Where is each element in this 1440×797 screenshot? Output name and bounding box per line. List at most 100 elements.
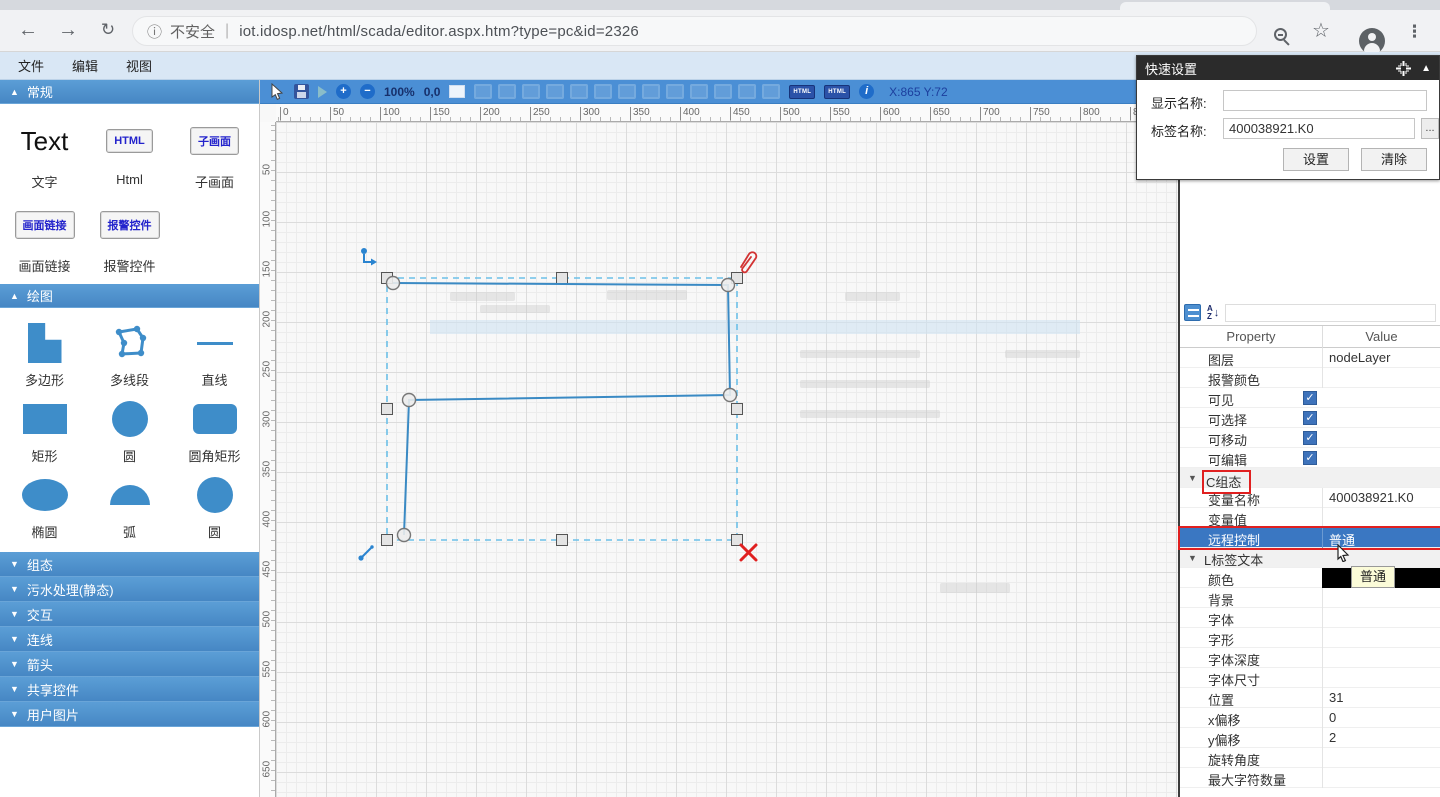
- checkbox-checked-icon[interactable]: ✓: [1303, 431, 1317, 445]
- dock-icon[interactable]: [1396, 61, 1411, 76]
- property-value[interactable]: [1322, 628, 1440, 648]
- property-row[interactable]: ▼L标签文本: [1180, 548, 1440, 568]
- sidebar-section-header-1[interactable]: ▼污水处理(静态): [0, 577, 259, 602]
- checkbox-checked-icon[interactable]: ✓: [1303, 411, 1317, 425]
- page-info-icon[interactable]: ⓘ: [147, 21, 162, 42]
- delete-x-icon[interactable]: [738, 542, 760, 564]
- checkbox-checked-icon[interactable]: ✓: [1303, 451, 1317, 465]
- property-row[interactable]: 可编辑✓: [1180, 448, 1440, 468]
- menu-item-2[interactable]: 视图: [126, 56, 152, 75]
- sidebar-section-header-6[interactable]: ▼用户图片: [0, 702, 259, 727]
- property-value[interactable]: 31: [1322, 688, 1440, 708]
- collapse-panel-icon[interactable]: ▲: [1421, 63, 1431, 74]
- browser-zoom-icon[interactable]: [1274, 28, 1287, 41]
- property-row[interactable]: 变量名称400038921.K0: [1180, 488, 1440, 508]
- property-value[interactable]: [1322, 508, 1440, 528]
- browse-tags-button[interactable]: ...: [1421, 118, 1439, 139]
- select-tool-icon[interactable]: [270, 83, 285, 100]
- sidebar-section-header-4[interactable]: ▼箭头: [0, 652, 259, 677]
- arc-tool[interactable]: [110, 485, 150, 505]
- reload-icon[interactable]: ↻: [94, 16, 122, 44]
- section-draw-header[interactable]: ▲ 绘图: [0, 284, 259, 308]
- address-bar[interactable]: ⓘ 不安全 | iot.idosp.net/html/scada/editor.…: [132, 16, 1257, 46]
- property-row[interactable]: 字形: [1180, 628, 1440, 648]
- set-button[interactable]: 设置: [1283, 148, 1349, 171]
- property-row[interactable]: x偏移0: [1180, 708, 1440, 728]
- save-icon[interactable]: [294, 84, 309, 99]
- zoom-out-icon[interactable]: −: [360, 84, 375, 99]
- rect-tool[interactable]: [23, 404, 67, 434]
- property-row[interactable]: 字体深度: [1180, 648, 1440, 668]
- sort-alphabetical-icon[interactable]: AZ↓: [1207, 304, 1219, 322]
- polyline-tool[interactable]: [110, 323, 150, 363]
- sidebar-section-header-2[interactable]: ▼交互: [0, 602, 259, 627]
- quick-settings-titlebar[interactable]: 快速设置 ▲: [1137, 56, 1439, 80]
- property-value[interactable]: [1322, 768, 1440, 788]
- property-value[interactable]: 2: [1322, 728, 1440, 748]
- menu-item-1[interactable]: 编辑: [72, 56, 98, 75]
- property-row[interactable]: 位置31: [1180, 688, 1440, 708]
- zoom-in-icon[interactable]: +: [336, 84, 351, 99]
- sidebar-section-header-3[interactable]: ▼连线: [0, 627, 259, 652]
- sidebar-section-header-0[interactable]: ▼组态: [0, 552, 259, 577]
- run-icon[interactable]: [318, 86, 327, 98]
- property-row[interactable]: 字体: [1180, 608, 1440, 628]
- display-name-input[interactable]: [1223, 90, 1427, 111]
- polygon-tool[interactable]: [28, 323, 62, 363]
- html-export-icon[interactable]: HTML: [789, 85, 815, 99]
- bookmark-star-icon[interactable]: ☆: [1312, 18, 1330, 43]
- paperclip-icon[interactable]: [734, 248, 758, 276]
- property-value[interactable]: [1322, 368, 1440, 388]
- categorized-view-icon[interactable]: [1184, 304, 1201, 321]
- checkbox-checked-icon[interactable]: ✓: [1303, 391, 1317, 405]
- rounded-rect-tool[interactable]: [193, 404, 237, 434]
- clear-button[interactable]: 清除: [1361, 148, 1427, 171]
- menu-item-0[interactable]: 文件: [18, 56, 44, 75]
- property-row[interactable]: 变量值: [1180, 508, 1440, 528]
- property-row[interactable]: 可选择✓: [1180, 408, 1440, 428]
- circle-tool[interactable]: [197, 477, 233, 513]
- property-value[interactable]: nodeLayer: [1322, 348, 1440, 368]
- property-row[interactable]: 颜色: [1180, 568, 1440, 588]
- property-row[interactable]: ▼C组态: [1180, 468, 1440, 488]
- section-general-header[interactable]: ▲ 常规: [0, 80, 259, 104]
- canvas-size-icon[interactable]: [449, 85, 465, 98]
- line-tool[interactable]: [197, 342, 233, 345]
- profile-avatar[interactable]: [1359, 28, 1385, 54]
- screen-link-tool[interactable]: 画面链接: [15, 211, 75, 239]
- sidebar-section-header-5[interactable]: ▼共享控件: [0, 677, 259, 702]
- property-row[interactable]: 最大字符数量: [1180, 768, 1440, 788]
- back-icon[interactable]: ←: [14, 16, 42, 44]
- property-value[interactable]: [1322, 648, 1440, 668]
- property-row[interactable]: 背景: [1180, 588, 1440, 608]
- ellipse-tool[interactable]: [22, 479, 68, 511]
- property-row[interactable]: 图层nodeLayer: [1180, 348, 1440, 368]
- property-value[interactable]: [1322, 588, 1440, 608]
- browser-menu-icon[interactable]: ⋮: [1406, 22, 1423, 42]
- html-preview-icon[interactable]: HTML: [824, 85, 850, 99]
- property-row[interactable]: 可见✓: [1180, 388, 1440, 408]
- property-value[interactable]: [1322, 608, 1440, 628]
- alarm-widget-tool[interactable]: 报警控件: [100, 211, 160, 239]
- property-row[interactable]: 可移动✓: [1180, 428, 1440, 448]
- selected-polyline-shape[interactable]: [276, 122, 1178, 797]
- property-value[interactable]: [1322, 668, 1440, 688]
- browser-tab[interactable]: [1120, 2, 1330, 10]
- property-search-box[interactable]: [1225, 304, 1436, 322]
- property-row[interactable]: 字体尺寸: [1180, 668, 1440, 688]
- html-tool[interactable]: HTML: [106, 129, 153, 153]
- tag-name-input[interactable]: [1223, 118, 1415, 139]
- property-value[interactable]: [1322, 748, 1440, 768]
- property-row[interactable]: 旋转角度: [1180, 748, 1440, 768]
- subscreen-tool[interactable]: 子画面: [190, 127, 239, 155]
- canvas-grid[interactable]: [276, 122, 1178, 797]
- property-value[interactable]: 400038921.K0: [1322, 488, 1440, 508]
- property-value[interactable]: 0: [1322, 708, 1440, 728]
- circle-tool[interactable]: [112, 401, 148, 437]
- forward-icon[interactable]: →: [54, 16, 82, 44]
- property-row[interactable]: y偏移2: [1180, 728, 1440, 748]
- property-row[interactable]: 远程控制普通: [1180, 528, 1440, 548]
- property-row[interactable]: 报警颜色: [1180, 368, 1440, 388]
- info-icon[interactable]: i: [859, 84, 874, 99]
- text-tool[interactable]: Text: [21, 126, 69, 157]
